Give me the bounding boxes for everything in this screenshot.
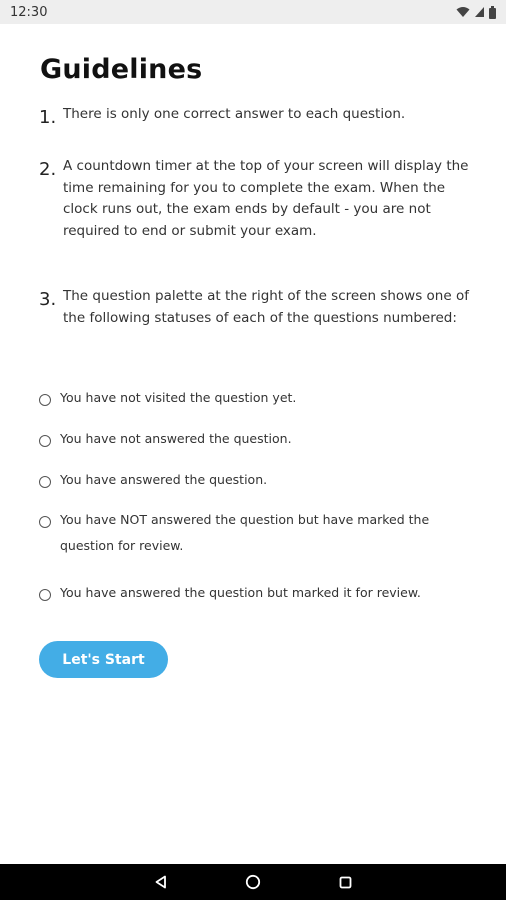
radio-button[interactable] (39, 435, 51, 447)
guideline-number: 2. (39, 159, 57, 180)
status-option-label: You have answered the question. (60, 472, 268, 487)
start-button[interactable]: Let's Start (39, 641, 168, 678)
status-option[interactable]: You have not answered the question. (39, 431, 460, 452)
guideline-number: 1. (39, 107, 57, 128)
radio-button[interactable] (39, 476, 51, 488)
status-bar: 12:30 (0, 0, 506, 24)
guideline-number: 3. (39, 289, 57, 310)
back-button[interactable] (149, 870, 173, 894)
status-option-label: You have answered the question but marke… (60, 585, 421, 600)
home-button[interactable] (241, 870, 265, 894)
radio-button[interactable] (39, 394, 51, 406)
back-icon (155, 875, 166, 889)
status-icons (456, 5, 496, 19)
status-option[interactable]: You have answered the question. (39, 472, 460, 493)
nav-bar (0, 864, 506, 900)
status-option-label: You have NOT answered the question but h… (60, 512, 430, 553)
guideline-text: The question palette at the right of the… (63, 288, 469, 326)
home-icon (245, 874, 261, 890)
status-option[interactable]: You have answered the question but marke… (39, 585, 460, 606)
recents-button[interactable] (333, 870, 357, 894)
recents-icon (339, 876, 351, 888)
status-time: 12:30 (10, 4, 48, 20)
guideline-text: There is only one correct answer to each… (63, 106, 406, 122)
radio-button[interactable] (39, 516, 51, 528)
battery-icon (489, 5, 496, 19)
status-option[interactable]: You have NOT answered the question but h… (39, 512, 460, 559)
signal-icon (475, 7, 484, 17)
status-option-label: You have not visited the question yet. (60, 390, 297, 405)
status-option-label: You have not answered the question. (60, 431, 292, 446)
guideline-text: A countdown timer at the top of your scr… (63, 158, 469, 239)
radio-button[interactable] (39, 589, 51, 601)
wifi-icon (456, 7, 470, 17)
page-title: Guidelines (40, 54, 203, 85)
status-option[interactable]: You have not visited the question yet. (39, 390, 460, 411)
